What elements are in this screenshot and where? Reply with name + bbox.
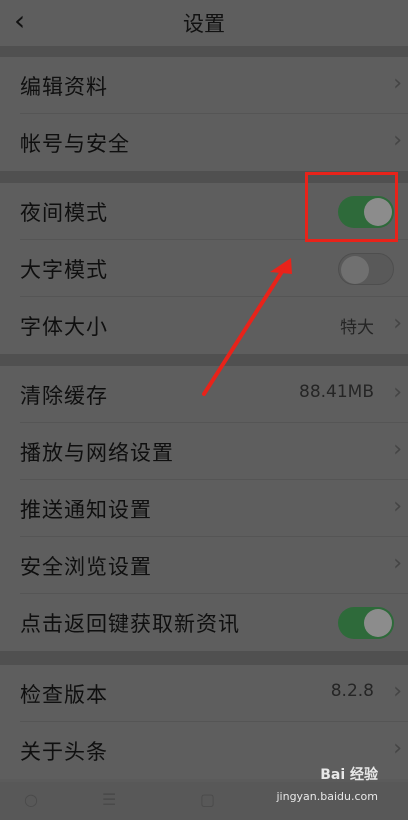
circle-icon[interactable]: ○ bbox=[24, 790, 38, 809]
square-icon[interactable]: ▢ bbox=[200, 790, 215, 809]
arrow-shaft bbox=[202, 268, 285, 396]
arrow-annotation bbox=[202, 258, 292, 396]
watermark-url: jingyan.baidu.com bbox=[276, 790, 378, 803]
menu-icon[interactable]: ☰ bbox=[102, 790, 116, 809]
watermark-logo: Bai 经验 bbox=[320, 767, 378, 783]
